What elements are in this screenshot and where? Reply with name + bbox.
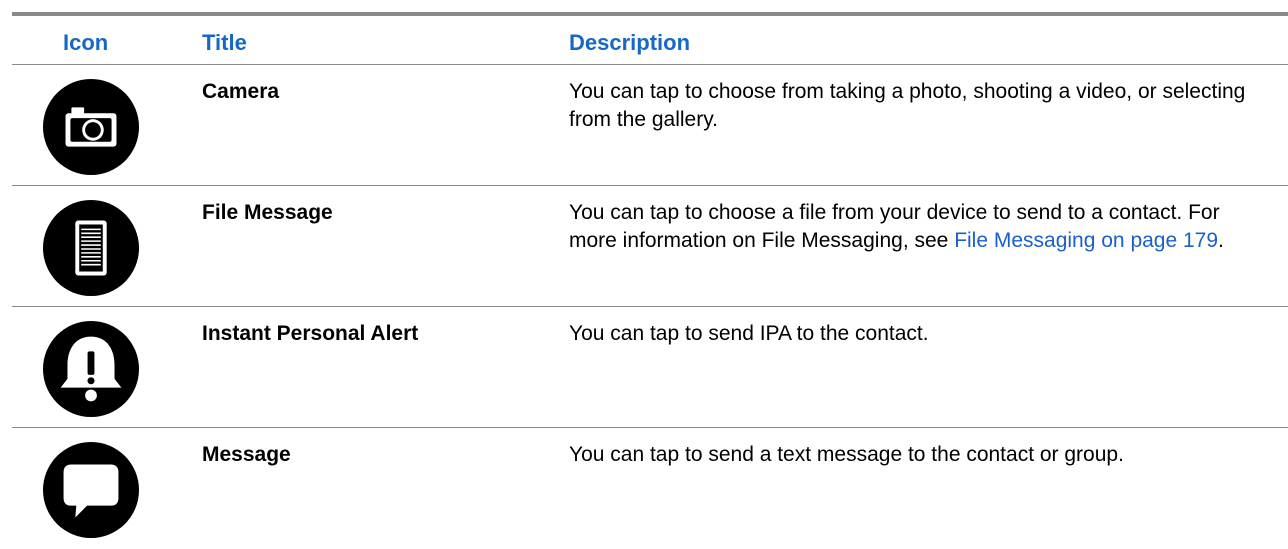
row-description: You can tap to send a text message to th… (569, 443, 1124, 466)
row-description: You can tap to choose a file from your d… (569, 199, 1269, 255)
row-title: Instant Personal Alert (202, 322, 419, 345)
row-description: You can tap to choose from taking a phot… (569, 80, 1246, 131)
table-row: Camera You can tap to choose from taking… (12, 65, 1288, 186)
table-header-row: Icon Title Description (12, 16, 1288, 65)
message-bubble-icon (42, 441, 140, 539)
row-title: File Message (202, 201, 333, 224)
row-title: Camera (202, 80, 280, 103)
file-message-icon (42, 199, 140, 297)
table-row: Instant Personal Alert You can tap to se… (12, 307, 1288, 428)
header-description: Description (569, 30, 691, 55)
row-description: You can tap to send IPA to the contact. (569, 322, 929, 345)
file-messaging-link[interactable]: File Messaging on page 179 (954, 229, 1218, 252)
bell-alert-icon (42, 320, 140, 418)
description-text-end: . (1218, 229, 1224, 252)
table-row: Message You can tap to send a text messa… (12, 428, 1288, 549)
header-icon: Icon (63, 30, 109, 55)
camera-icon (42, 78, 140, 176)
table-row: File Message You can tap to choose a fil… (12, 186, 1288, 307)
icon-table: Icon Title Description Camera You can ta… (12, 12, 1288, 549)
header-title: Title (202, 30, 247, 55)
row-title: Message (202, 443, 291, 466)
